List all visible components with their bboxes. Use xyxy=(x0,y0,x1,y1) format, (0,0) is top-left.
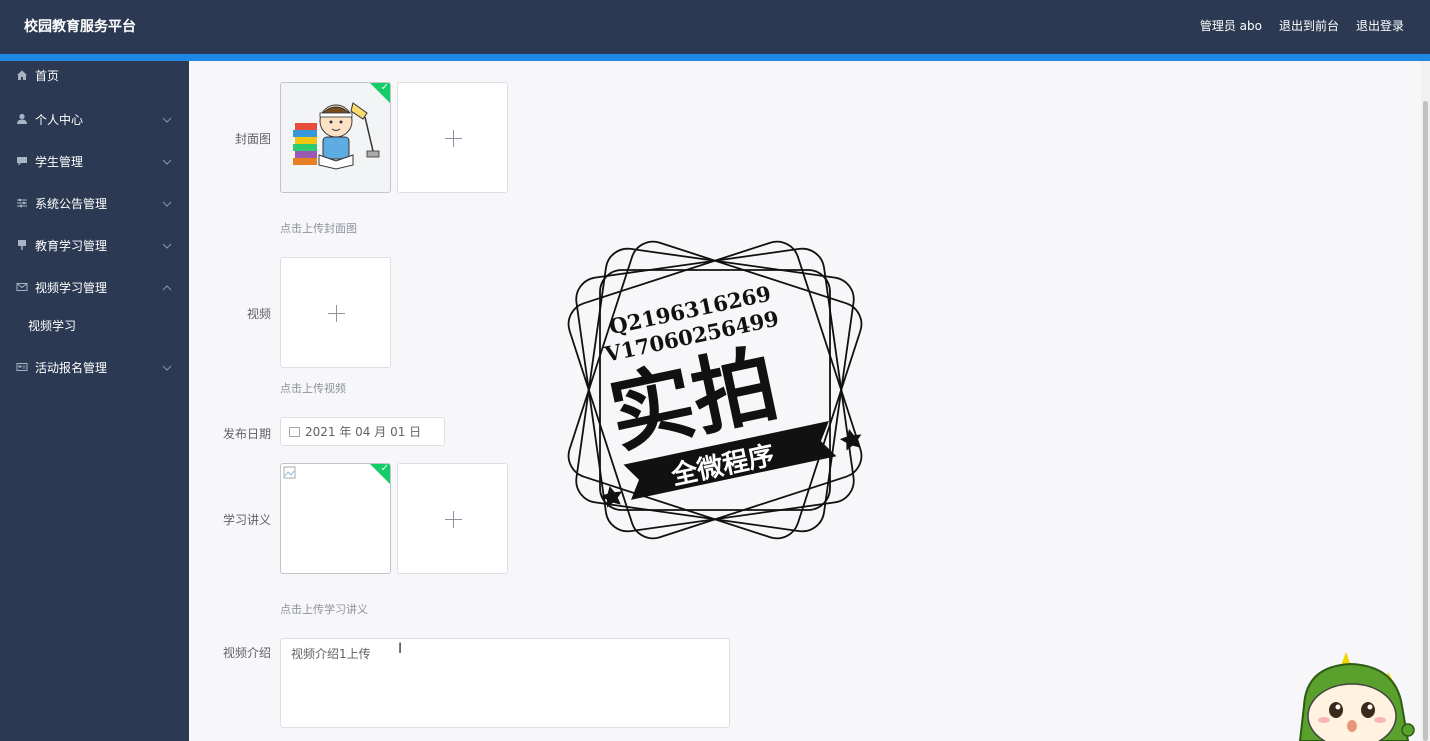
sidebar-item-label: 活动报名管理 xyxy=(35,360,108,375)
user-icon xyxy=(16,113,28,125)
top-navbar: 校园教育服务平台 管理员 abo 退出到前台 退出登录 xyxy=(0,0,1430,54)
mail-icon xyxy=(16,281,28,293)
sidebar-item-announcement-management[interactable]: 系统公告管理 xyxy=(0,189,189,217)
sidebar-item-home[interactable]: 首页 xyxy=(0,61,189,89)
check-icon: ✓ xyxy=(380,82,389,93)
cover-upload-button[interactable] xyxy=(397,82,508,193)
chevron-down-icon xyxy=(162,361,172,374)
accent-bar xyxy=(0,54,1430,61)
app-title: 校园教育服务平台 xyxy=(24,19,136,35)
sidebar-item-personal-center[interactable]: 个人中心 xyxy=(0,105,189,133)
chevron-down-icon xyxy=(162,113,172,126)
chevron-down-icon xyxy=(162,239,172,252)
video-upload-hint: 点击上传视频 xyxy=(280,382,346,395)
notes-file-thumbnail[interactable]: ✓ xyxy=(280,463,391,574)
scrollbar-thumb[interactable] xyxy=(1423,101,1428,741)
intro-textarea[interactable]: 视频介绍1上传 xyxy=(280,638,730,728)
cover-label: 封面图 xyxy=(234,132,271,146)
exit-to-front-link[interactable]: 退出到前台 xyxy=(1279,17,1339,34)
publish-date-value: 2021 年 04 月 01 日 xyxy=(305,425,422,439)
upload-success-badge: ✓ xyxy=(369,463,390,485)
sidebar-item-label: 首页 xyxy=(35,68,60,83)
id-card-icon xyxy=(16,361,28,373)
publish-date-label: 发布日期 xyxy=(222,427,271,441)
mascot-cat-image xyxy=(1298,652,1415,741)
sidebar-item-video-management[interactable]: 视频学习管理 xyxy=(0,273,189,301)
chevron-down-icon xyxy=(162,155,172,168)
notes-upload-button[interactable] xyxy=(397,463,508,574)
chevron-down-icon xyxy=(162,197,172,210)
sidebar-item-student-management[interactable]: 学生管理 xyxy=(0,147,189,175)
sliders-icon xyxy=(16,197,28,209)
pin-icon xyxy=(16,239,28,251)
home-icon xyxy=(16,69,28,81)
admin-user-label: 管理员 abo xyxy=(1199,19,1262,33)
sidebar-item-label: 学生管理 xyxy=(35,154,84,169)
intro-label: 视频介绍 xyxy=(222,646,271,660)
sidebar-item-label: 教育学习管理 xyxy=(35,238,108,253)
chat-icon xyxy=(16,155,28,167)
notes-upload-hint: 点击上传学习讲义 xyxy=(280,603,368,616)
broken-image-icon xyxy=(283,466,296,479)
check-icon: ✓ xyxy=(380,463,389,474)
logout-link[interactable]: 退出登录 xyxy=(1356,17,1404,34)
cover-upload-hint: 点击上传封面图 xyxy=(280,222,357,235)
notes-label: 学习讲义 xyxy=(222,513,271,527)
header-actions: 管理员 abo 退出到前台 退出登录 xyxy=(1200,17,1404,34)
scrollbar[interactable] xyxy=(1421,61,1430,741)
sidebar-subitem-video-study[interactable]: 视频学习 xyxy=(28,317,76,334)
video-upload-button[interactable] xyxy=(280,257,391,368)
sidebar-item-label: 视频学习管理 xyxy=(35,280,108,295)
sidebar-item-activity-management[interactable]: 活动报名管理 xyxy=(0,353,189,381)
sidebar: 首页 个人中心 学生管理 系统公告管理 教育学习管理 视频学习管理 视频学习 活… xyxy=(0,61,189,741)
text-cursor-icon: I xyxy=(398,641,403,657)
sidebar-item-label: 个人中心 xyxy=(35,112,84,127)
sidebar-item-education-management[interactable]: 教育学习管理 xyxy=(0,231,189,259)
cover-image-thumbnail[interactable]: ✓ xyxy=(280,82,391,193)
sidebar-item-label: 系统公告管理 xyxy=(35,196,108,211)
publish-date-picker[interactable]: 2021 年 04 月 01 日 xyxy=(280,417,445,446)
calendar-icon xyxy=(289,426,300,437)
watermark-stamp: Q2196316269 V17060256499 实拍 全微程序 xyxy=(567,240,863,540)
chevron-up-icon xyxy=(162,281,172,294)
video-label: 视频 xyxy=(246,307,271,321)
upload-success-badge: ✓ xyxy=(369,82,390,104)
